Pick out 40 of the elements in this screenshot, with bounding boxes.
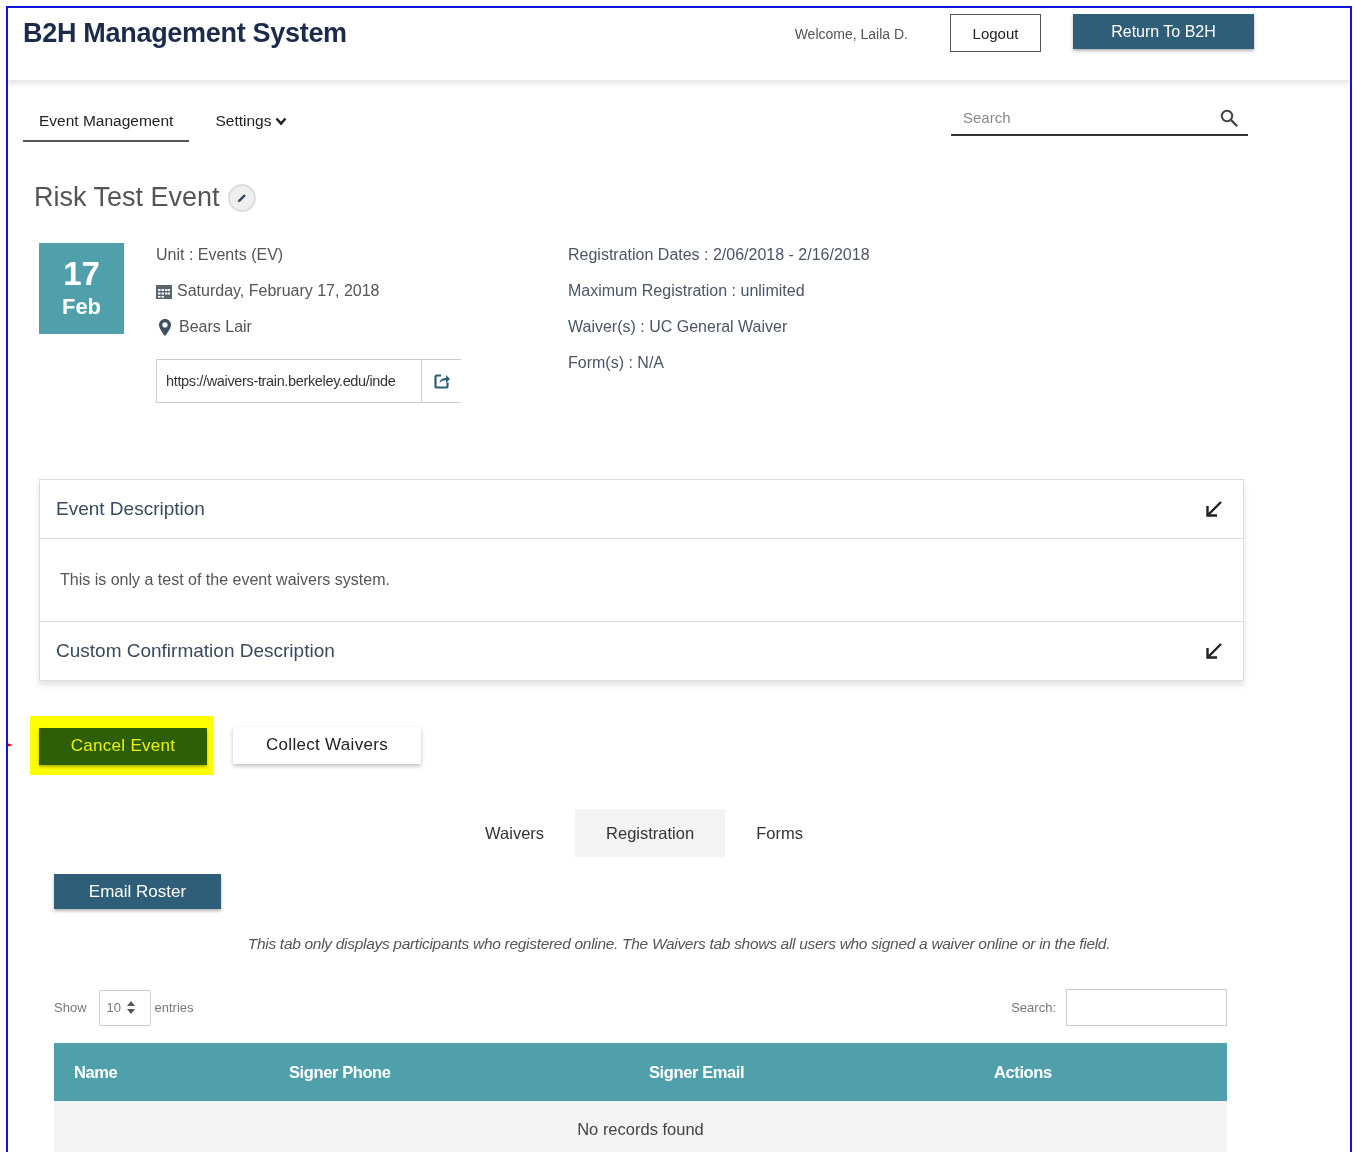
edit-button[interactable] — [227, 183, 256, 212]
logout-button[interactable]: Logout — [950, 14, 1041, 52]
search-icon[interactable] — [1220, 109, 1238, 127]
calendar-icon — [156, 283, 172, 299]
empty-table-message: No records found — [54, 1101, 1227, 1152]
event-date: Saturday, February 17, 2018 — [177, 282, 380, 300]
date-badge: 17 Feb — [39, 243, 124, 334]
unit-text: Unit : Events (EV) — [156, 245, 285, 265]
detail-text: Registration Dates : 2/06/2018 - 2/16/2018 — [568, 245, 870, 265]
diagonal-arrow-icon — [1205, 500, 1223, 518]
tab[interactable]: Registration — [575, 809, 726, 857]
action-button[interactable]: Collect Waivers — [233, 726, 421, 764]
tab[interactable]: Forms — [725, 809, 834, 857]
tab[interactable]: Waivers — [454, 809, 576, 857]
location-pin-icon — [159, 318, 171, 336]
page-length-select[interactable]: 10 — [98, 989, 151, 1026]
sort-arrows-icon — [127, 1001, 135, 1014]
search-label: Search: — [1011, 1000, 1056, 1015]
search-field[interactable]: Search — [951, 109, 1248, 136]
return-button[interactable]: Return To B2H — [1073, 14, 1254, 49]
welcome-text: Welcome, Laila D. — [794, 26, 908, 42]
detail-text: Maximum Registration : unlimited — [568, 281, 806, 301]
diagonal-arrow-icon — [1205, 642, 1223, 660]
detail-text: Waiver(s) : UC General Waiver — [568, 317, 789, 337]
event-title: Risk Test Event — [34, 182, 220, 213]
show-label: Show — [54, 1000, 87, 1015]
action-button[interactable]: Cancel Event — [39, 727, 207, 765]
table-search-field[interactable] — [1066, 989, 1227, 1026]
nav-tab[interactable]: Event Management — [23, 112, 190, 142]
event-location: Bears Lair — [179, 318, 252, 336]
description-text: This is only a test of the event waivers system. — [40, 538, 1243, 622]
entries-label: entries — [154, 1000, 194, 1015]
accordion-header[interactable]: Custom Confirmation Description — [40, 622, 1243, 680]
info-note: This tab only displays participants who registered online. The Waivers tab shows all users who signed a waiver online or in the field. — [246, 935, 1112, 953]
detail-text: Form(s) : N/A — [568, 353, 665, 373]
chevron-down-icon — [275, 116, 288, 126]
app-title: B2H Management System — [23, 18, 348, 49]
email-roster-button[interactable]: Email Roster — [54, 874, 221, 909]
nav-tab[interactable]: Settings — [199, 112, 304, 142]
accordion-header[interactable]: Event Description — [40, 480, 1243, 538]
